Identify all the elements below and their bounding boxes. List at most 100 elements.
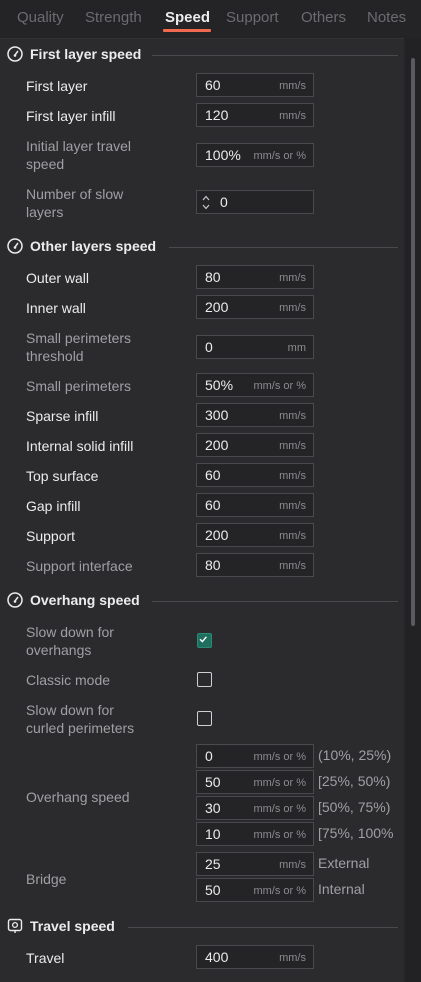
section-overhang-speed: Overhang speed (0, 588, 404, 614)
section-title: Overhang speed (30, 592, 140, 608)
bridge-external-label: External (318, 855, 370, 871)
gauge-icon (7, 592, 23, 608)
overhang-range-label: (10%, 25%) (318, 747, 392, 763)
small-perimeters-threshold-label: Small perimeters threshold (26, 330, 132, 364)
tab-support[interactable]: Support (226, 9, 279, 26)
value-text: 100% (205, 147, 241, 163)
chevron-down-icon[interactable] (202, 203, 210, 211)
unit-text: mm/s (279, 410, 306, 422)
first-layer-infill-input[interactable]: 120 mm/s (196, 103, 314, 127)
inner-wall-input[interactable]: 200 mm/s (196, 295, 314, 319)
initial-layer-travel-label: Initial layer travel speed (26, 138, 132, 172)
overhang-range-label: [50%, 75%) (318, 799, 391, 815)
overhang-speed-input-3[interactable]: 30 mm/s or % (196, 796, 314, 820)
chevron-up-icon[interactable] (202, 194, 210, 202)
value-text: 60 (205, 77, 221, 93)
unit-text: mm (287, 342, 306, 354)
support-input[interactable]: 200 mm/s (196, 523, 314, 547)
value-text: 200 (205, 437, 229, 453)
classic-mode-checkbox[interactable] (197, 672, 212, 687)
tab-quality[interactable]: Quality (17, 9, 64, 26)
tab-speed[interactable]: Speed (165, 9, 210, 26)
value-text: 60 (205, 467, 221, 483)
value-text: 0 (205, 748, 213, 764)
unit-text: mm/s (279, 302, 306, 314)
tab-notes[interactable]: Notes (367, 9, 406, 26)
section-title: Other layers speed (30, 238, 157, 254)
gauge-icon (7, 46, 23, 62)
overhang-range-label: [25%, 50%) (318, 773, 391, 789)
travel-input[interactable]: 400 mm/s (196, 945, 314, 969)
support-interface-input[interactable]: 80 mm/s (196, 553, 314, 577)
value-text: 50 (205, 774, 221, 790)
inner-wall-label: Inner wall (26, 300, 86, 316)
value-text: 300 (205, 407, 229, 423)
first-layer-label: First layer (26, 78, 88, 94)
unit-text: mm/s (279, 500, 306, 512)
gap-infill-input[interactable]: 60 mm/s (196, 493, 314, 517)
unit-text: mm/s or % (253, 885, 306, 897)
overhang-speed-label: Overhang speed (26, 789, 130, 805)
section-first-layer-speed: First layer speed (0, 42, 404, 68)
small-perimeters-label: Small perimeters (26, 378, 132, 394)
support-interface-label: Support interface (26, 558, 133, 574)
internal-solid-infill-input[interactable]: 200 mm/s (196, 433, 314, 457)
internal-solid-infill-label: Internal solid infill (26, 438, 134, 454)
slow-down-curled-label: Slow down for curled perimeters (26, 702, 135, 736)
tab-strength[interactable]: Strength (85, 9, 142, 26)
initial-layer-travel-input[interactable]: 100% mm/s or % (196, 143, 314, 167)
overhang-speed-input-2[interactable]: 50 mm/s or % (196, 770, 314, 794)
sparse-infill-input[interactable]: 300 mm/s (196, 403, 314, 427)
tab-others[interactable]: Others (301, 9, 346, 26)
section-divider (128, 927, 398, 928)
active-tab-indicator (163, 29, 211, 32)
section-travel-speed: Travel speed (0, 914, 404, 940)
unit-text: mm/s (279, 859, 306, 871)
slow-layers-stepper[interactable]: 0 (196, 190, 314, 214)
section-divider (169, 247, 398, 248)
gap-infill-label: Gap infill (26, 498, 81, 514)
value-text: 200 (205, 299, 229, 315)
value-text: 120 (205, 107, 229, 123)
bridge-internal-input[interactable]: 50 mm/s or % (196, 878, 314, 902)
unit-text: mm/s (279, 272, 306, 284)
unit-text: mm/s (279, 80, 306, 92)
top-surface-input[interactable]: 60 mm/s (196, 463, 314, 487)
value-text: 60 (205, 497, 221, 513)
value-text: 30 (205, 800, 221, 816)
small-perimeters-threshold-input[interactable]: 0 mm (196, 335, 314, 359)
first-layer-input[interactable]: 60 mm/s (196, 73, 314, 97)
value-text: 80 (205, 269, 221, 285)
small-perimeters-input[interactable]: 50% mm/s or % (196, 373, 314, 397)
unit-text: mm/s (279, 530, 306, 542)
slow-down-overhangs-label: Slow down for overhangs (26, 624, 114, 658)
bridge-internal-label: Internal (318, 881, 365, 897)
unit-text: mm/s or % (253, 380, 306, 392)
travel-label: Travel (26, 950, 65, 966)
unit-text: mm/s (279, 952, 306, 964)
bridge-label: Bridge (26, 871, 67, 887)
value-text: 25 (205, 856, 221, 872)
overhang-speed-input-4[interactable]: 10 mm/s or % (196, 822, 314, 846)
outer-wall-input[interactable]: 80 mm/s (196, 265, 314, 289)
scrollbar-thumb[interactable] (411, 58, 415, 626)
unit-text: mm/s (279, 470, 306, 482)
unit-text: mm/s (279, 560, 306, 572)
bridge-external-input[interactable]: 25 mm/s (196, 852, 314, 876)
sparse-infill-label: Sparse infill (26, 408, 99, 424)
support-label: Support (26, 528, 76, 544)
overhang-speed-input-1[interactable]: 0 mm/s or % (196, 744, 314, 768)
value-text: 50 (205, 882, 221, 898)
value-text: 400 (205, 949, 229, 965)
unit-text: mm/s or % (253, 150, 306, 162)
unit-text: mm/s (279, 110, 306, 122)
section-title: Travel speed (30, 918, 115, 934)
section-other-layers-speed: Other layers speed (0, 234, 404, 260)
value-text: 80 (205, 557, 221, 573)
unit-text: mm/s or % (253, 777, 306, 789)
overhang-range-label: [75%, 100% (318, 825, 394, 841)
value-text: 200 (205, 527, 229, 543)
slow-down-curled-checkbox[interactable] (197, 711, 212, 726)
check-icon (199, 636, 207, 643)
slow-down-overhangs-checkbox[interactable] (197, 633, 212, 648)
